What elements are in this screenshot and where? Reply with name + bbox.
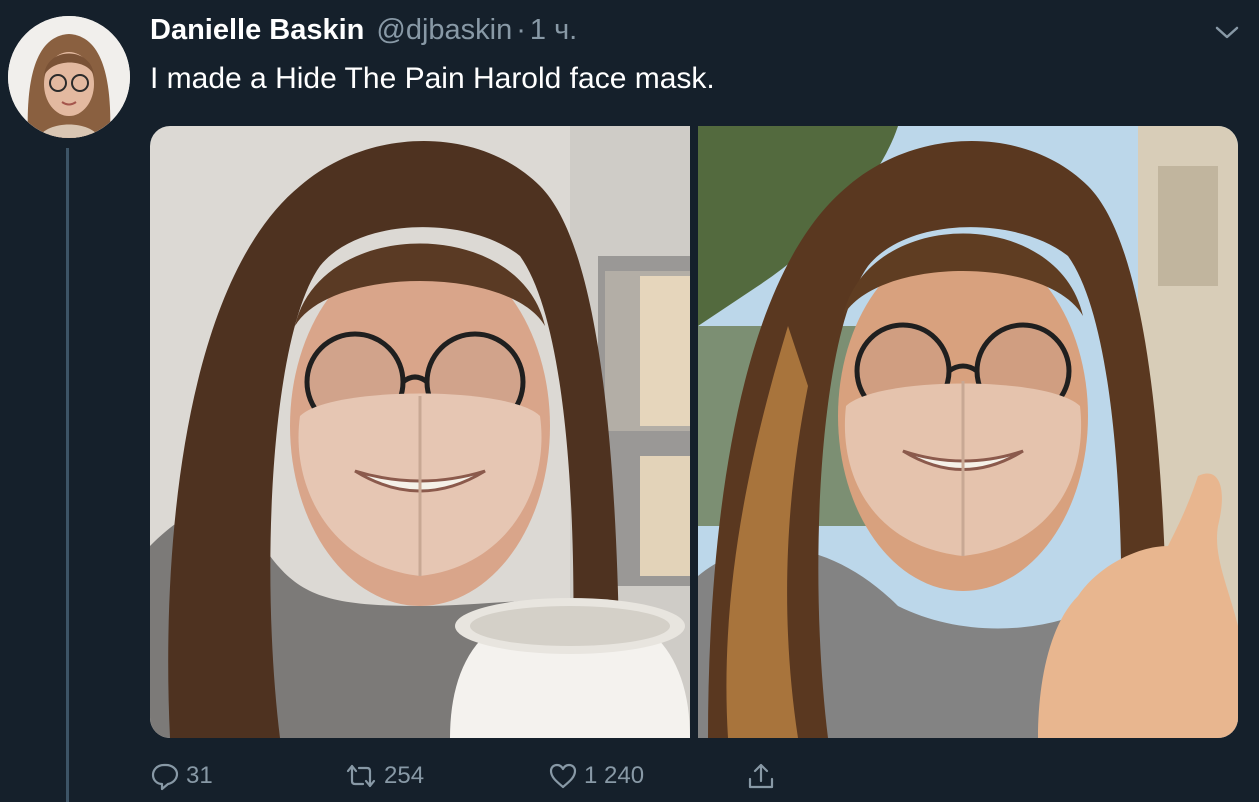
retweet-button[interactable]: 254 xyxy=(344,758,424,794)
like-button[interactable]: 1 240 xyxy=(548,758,644,794)
tweet-timestamp[interactable]: 1 ч. xyxy=(530,14,577,47)
retweet-count: 254 xyxy=(384,762,425,789)
chevron-down-icon[interactable] xyxy=(1212,22,1242,42)
tweet-text: I made a Hide The Pain Harold face mask. xyxy=(150,62,715,95)
share-button[interactable] xyxy=(746,758,776,794)
avatar[interactable] xyxy=(8,16,130,138)
tweet-media[interactable] xyxy=(150,126,1238,738)
separator-dot: · xyxy=(516,14,526,46)
tweet[interactable]: Danielle Baskin @djbaskin · 1 ч. I made … xyxy=(0,0,1259,802)
media-photo-1[interactable] xyxy=(150,126,690,738)
tweet-header: Danielle Baskin @djbaskin · 1 ч. xyxy=(150,14,577,54)
retweet-icon xyxy=(346,764,376,788)
avatar-photo xyxy=(8,16,130,138)
thread-line xyxy=(66,148,69,802)
reply-button[interactable]: 31 xyxy=(150,758,213,794)
author-handle[interactable]: @djbaskin xyxy=(376,14,512,47)
photo-outdoor-selfie xyxy=(698,126,1238,738)
media-photo-2[interactable] xyxy=(698,126,1238,738)
like-count: 1 240 xyxy=(584,762,645,789)
reply-icon xyxy=(151,763,179,791)
share-icon xyxy=(748,763,774,789)
heart-icon xyxy=(549,763,577,789)
photo-indoor-selfie xyxy=(150,126,690,738)
author-name[interactable]: Danielle Baskin xyxy=(150,14,364,47)
reply-count: 31 xyxy=(186,762,213,789)
tweet-actions: 31 254 1 240 xyxy=(150,758,850,794)
